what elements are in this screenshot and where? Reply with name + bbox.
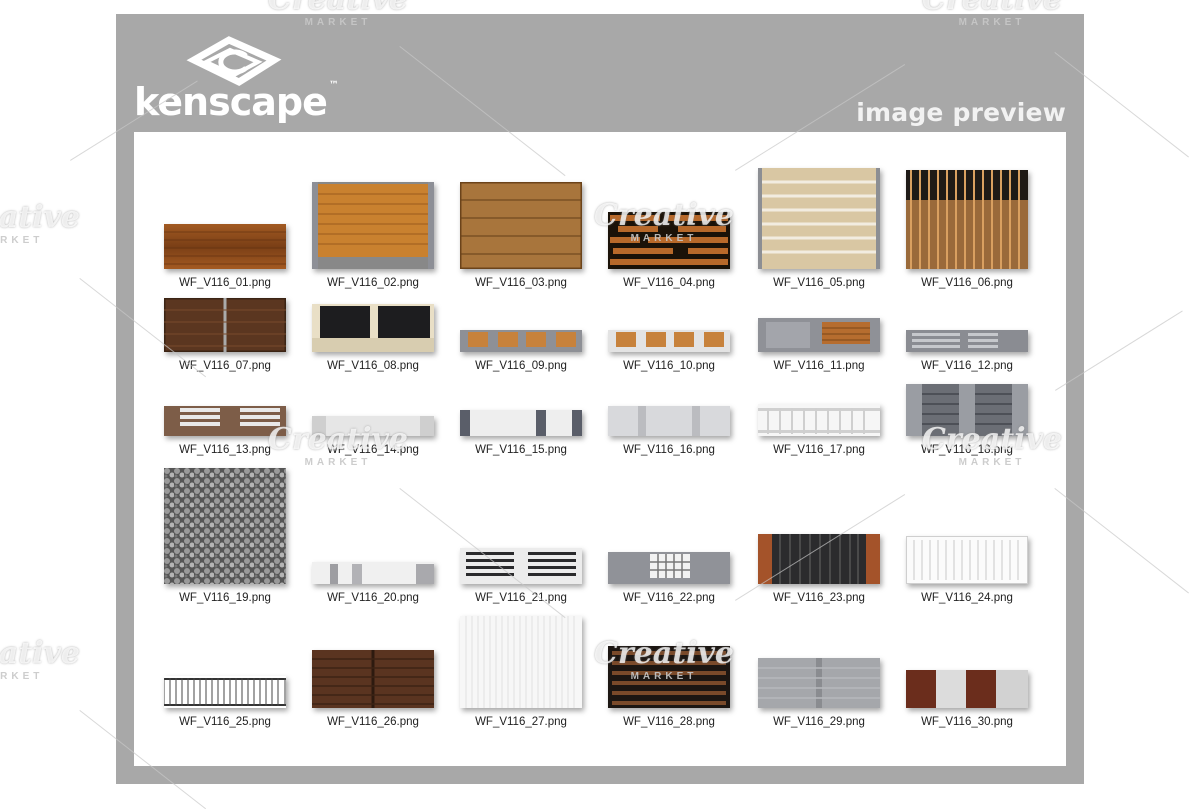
- fence-thumbnail[interactable]: [608, 406, 730, 436]
- fence-thumbnail[interactable]: [758, 404, 880, 436]
- fence-thumbnail[interactable]: [164, 468, 286, 584]
- fence-thumbnail[interactable]: [758, 534, 880, 584]
- fence-thumbnail[interactable]: [758, 168, 880, 269]
- file-name-label: WF_V116_30.png: [921, 716, 1013, 728]
- file-name-label: WF_V116_10.png: [623, 360, 715, 372]
- file-name-label: WF_V116_05.png: [773, 277, 865, 289]
- file-name-label: WF_V116_02.png: [327, 277, 419, 289]
- fence-thumbnail[interactable]: [608, 330, 730, 352]
- fence-thumbnail[interactable]: [906, 384, 1028, 436]
- fence-thumbnail[interactable]: [906, 670, 1028, 708]
- file-name-label: WF_V116_23.png: [773, 592, 865, 604]
- fence-thumbnail[interactable]: [164, 406, 286, 436]
- fence-thumbnail[interactable]: [164, 676, 286, 708]
- file-name-label: WF_V116_01.png: [179, 277, 271, 289]
- fence-thumbnail[interactable]: [608, 212, 730, 269]
- file-name-label: WF_V116_09.png: [475, 360, 567, 372]
- file-name-label: WF_V116_11.png: [773, 360, 865, 372]
- file-name-label: WF_V116_15.png: [475, 444, 567, 456]
- fence-thumbnail[interactable]: [460, 182, 582, 269]
- fence-thumbnail[interactable]: [312, 416, 434, 436]
- fence-thumbnail[interactable]: [460, 410, 582, 436]
- file-name-label: WF_V116_20.png: [327, 592, 419, 604]
- file-name-label: WF_V116_03.png: [475, 277, 567, 289]
- file-name-label: WF_V116_21.png: [475, 592, 567, 604]
- fence-thumbnail[interactable]: [758, 658, 880, 708]
- file-name-label: WF_V116_14.png: [327, 444, 419, 456]
- fence-thumbnail[interactable]: [906, 330, 1028, 352]
- file-name-label: WF_V116_08.png: [327, 360, 419, 372]
- file-name-label: WF_V116_28.png: [623, 716, 715, 728]
- file-name-label: WF_V116_13.png: [179, 444, 271, 456]
- creative-market-watermark: CreativeMARKET: [0, 200, 80, 246]
- file-name-label: WF_V116_29.png: [773, 716, 865, 728]
- file-name-label: WF_V116_19.png: [179, 592, 271, 604]
- fence-thumbnail[interactable]: [164, 298, 286, 352]
- preview-frame: kenscape ™ image preview WF_V116_01.png W…: [116, 14, 1084, 784]
- fence-thumbnail[interactable]: [758, 318, 880, 352]
- file-name-label: WF_V116_07.png: [179, 360, 271, 372]
- thumbnail-grid: WF_V116_01.png WF_V116_02.png WF_V116_03…: [134, 132, 1066, 766]
- creative-market-watermark: CreativeMARKET: [0, 636, 80, 682]
- fence-thumbnail[interactable]: [312, 182, 434, 269]
- fence-thumbnail[interactable]: [460, 330, 582, 352]
- file-name-label: WF_V116_26.png: [327, 716, 419, 728]
- file-name-label: WF_V116_22.png: [623, 592, 715, 604]
- fence-thumbnail[interactable]: [906, 536, 1028, 584]
- file-name-label: WF_V116_06.png: [921, 277, 1013, 289]
- file-name-label: WF_V116_24.png: [921, 592, 1013, 604]
- fence-thumbnail[interactable]: [460, 616, 582, 708]
- fence-thumbnail[interactable]: [608, 552, 730, 584]
- fence-thumbnail[interactable]: [906, 170, 1028, 269]
- fence-thumbnail[interactable]: [312, 650, 434, 708]
- fence-thumbnail[interactable]: [460, 548, 582, 584]
- file-name-label: WF_V116_16.png: [623, 444, 715, 456]
- file-name-label: WF_V116_17.png: [773, 444, 865, 456]
- image-preview-label: image preview: [856, 98, 1066, 127]
- fence-thumbnail[interactable]: [312, 304, 434, 352]
- file-name-label: WF_V116_18.png: [921, 444, 1013, 456]
- file-name-label: WF_V116_27.png: [475, 716, 567, 728]
- file-name-label: WF_V116_25.png: [179, 716, 271, 728]
- file-name-label: WF_V116_12.png: [921, 360, 1013, 372]
- fence-thumbnail[interactable]: [608, 646, 730, 708]
- fence-thumbnail[interactable]: [312, 562, 434, 584]
- fence-thumbnail[interactable]: [164, 224, 286, 269]
- file-name-label: WF_V116_04.png: [623, 277, 715, 289]
